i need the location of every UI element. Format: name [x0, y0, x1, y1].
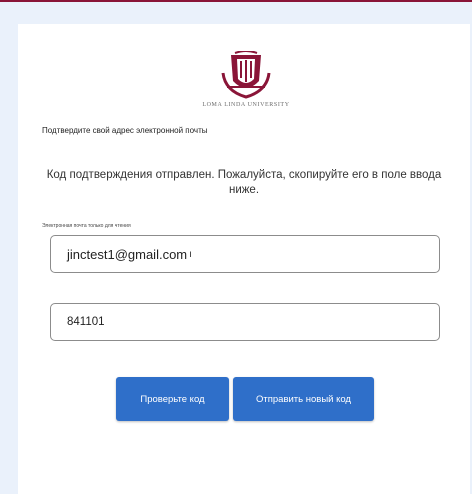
text-cursor-icon: ı: [189, 248, 192, 260]
info-message: Код подтверждения отправлен. Пожалуйста,…: [46, 169, 442, 196]
email-field[interactable]: jinctest1@gmail.com ı: [50, 235, 440, 273]
university-name: LOMA LINDA UNIVERSITY: [202, 102, 290, 108]
university-crest-icon: [221, 51, 271, 99]
verification-code-input[interactable]: 841101: [50, 303, 440, 341]
email-field-label: Электронная почта только для чтения: [42, 223, 131, 229]
verify-code-button[interactable]: Проверьте код: [116, 377, 229, 421]
page-title: Подтвердите свой адрес электронной почты: [42, 126, 208, 135]
top-accent-bar: [0, 0, 472, 2]
send-new-code-button[interactable]: Отправить новый код: [233, 377, 374, 421]
email-field-value: jinctest1@gmail.com: [67, 246, 188, 262]
verification-code-value: 841101: [67, 316, 105, 328]
verification-card: LOMA LINDA UNIVERSITY Подтвердите свой а…: [18, 24, 470, 494]
